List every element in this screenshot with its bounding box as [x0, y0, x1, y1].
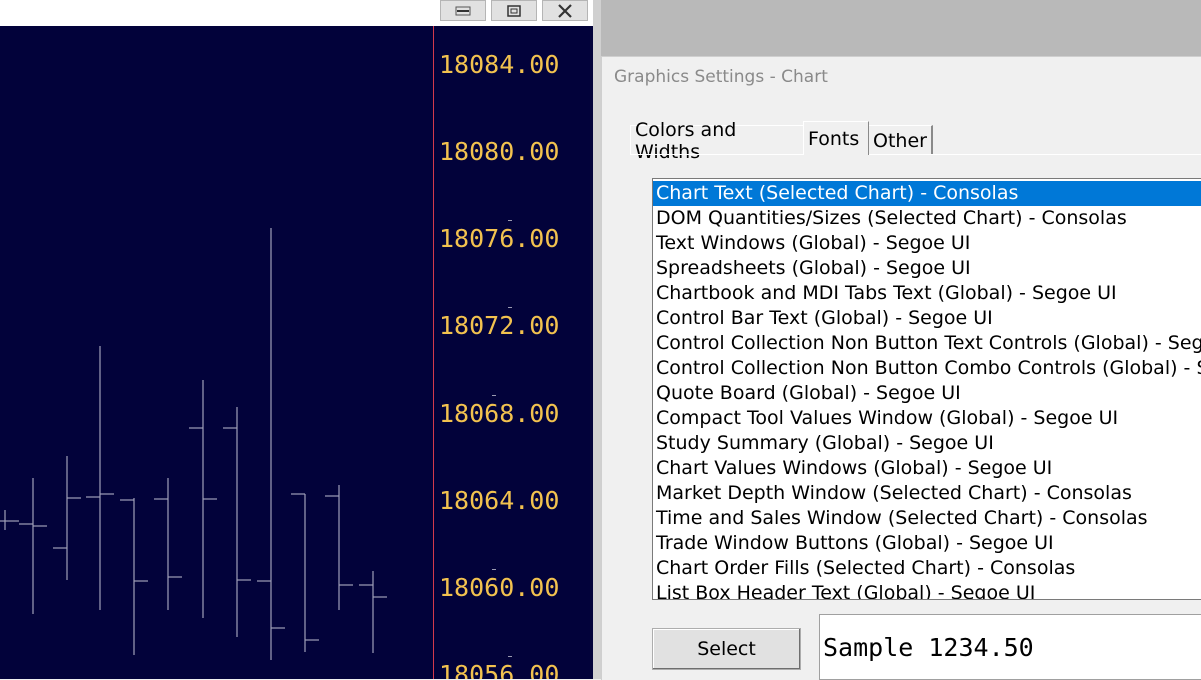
dialog-title: Graphics Settings - Chart [614, 67, 828, 87]
price-label: 18060.00 [439, 573, 560, 602]
price-label: 18056.00 [439, 660, 560, 679]
font-list-item[interactable]: DOM Quantities/Sizes (Selected Chart) - … [656, 206, 1127, 231]
window-gap [593, 0, 601, 679]
price-scale[interactable]: 18084.00 18080.00 18076.00 18072.00 1806… [434, 26, 593, 679]
font-list-item[interactable]: Quote Board (Global) - Segoe UI [656, 381, 961, 406]
font-list-item[interactable]: Chart Order Fills (Selected Chart) - Con… [656, 556, 1075, 581]
font-sample-box: Sample 1234.50 [819, 614, 1201, 680]
mdi-background [601, 0, 1201, 56]
minimize-icon[interactable] [440, 0, 486, 21]
font-sample-text: Sample 1234.50 [823, 633, 1034, 662]
price-tick-mark [508, 307, 512, 308]
font-list-item[interactable]: Chart Values Windows (Global) - Segoe UI [656, 456, 1052, 481]
tab-fonts[interactable]: Fonts [803, 121, 869, 155]
price-tick-mark [492, 395, 496, 396]
close-icon[interactable] [542, 0, 588, 21]
tab-colors-and-widths[interactable]: Colors and Widths [630, 119, 803, 163]
tab-other[interactable]: Other [869, 125, 933, 155]
font-list-item[interactable]: Time and Sales Window (Selected Chart) -… [656, 506, 1148, 531]
price-label: 18072.00 [439, 311, 560, 340]
price-tick-mark [508, 656, 512, 657]
font-list-item[interactable]: Control Collection Non Button Text Contr… [656, 331, 1201, 356]
font-list[interactable]: Chart Text (Selected Chart) - Consolas DO… [652, 178, 1201, 600]
font-list-item[interactable]: Trade Window Buttons (Global) - Segoe UI [656, 531, 1054, 556]
price-label: 18068.00 [439, 399, 560, 428]
price-bars-plot[interactable] [0, 26, 433, 679]
font-list-item[interactable]: Text Windows (Global) - Segoe UI [656, 231, 970, 256]
font-list-item[interactable]: Control Bar Text (Global) - Segoe UI [656, 306, 993, 331]
font-list-item[interactable]: Chartbook and MDI Tabs Text (Global) - S… [656, 281, 1117, 306]
font-list-item[interactable]: Study Summary (Global) - Segoe UI [656, 431, 994, 456]
tab-panel-border [630, 154, 1201, 155]
price-label: 18076.00 [439, 224, 560, 253]
font-list-item[interactable]: Control Collection Non Button Combo Cont… [656, 356, 1201, 381]
price-tick-mark [492, 569, 496, 570]
price-label: 18080.00 [439, 137, 560, 166]
price-label: 18084.00 [439, 50, 560, 79]
chart-titlebar [0, 0, 593, 26]
font-list-item[interactable]: List Box Header Text (Global) - Segoe UI [656, 581, 1035, 599]
price-label: 18064.00 [439, 486, 560, 515]
font-list-item[interactable]: Market Depth Window (Selected Chart) - C… [656, 481, 1132, 506]
select-button[interactable]: Select [652, 628, 801, 670]
graphics-settings-dialog: Graphics Settings - Chart Colors and Wid… [601, 56, 1201, 680]
price-tick-mark [508, 220, 512, 221]
chart-window[interactable]: 18084.00 18080.00 18076.00 18072.00 1806… [0, 0, 593, 679]
font-list-item[interactable]: Spreadsheets (Global) - Segoe UI [656, 256, 971, 281]
font-list-item[interactable]: Chart Text (Selected Chart) - Consolas [653, 181, 1201, 206]
font-list-item[interactable]: Compact Tool Values Window (Global) - Se… [656, 406, 1118, 431]
restore-icon[interactable] [491, 0, 537, 21]
